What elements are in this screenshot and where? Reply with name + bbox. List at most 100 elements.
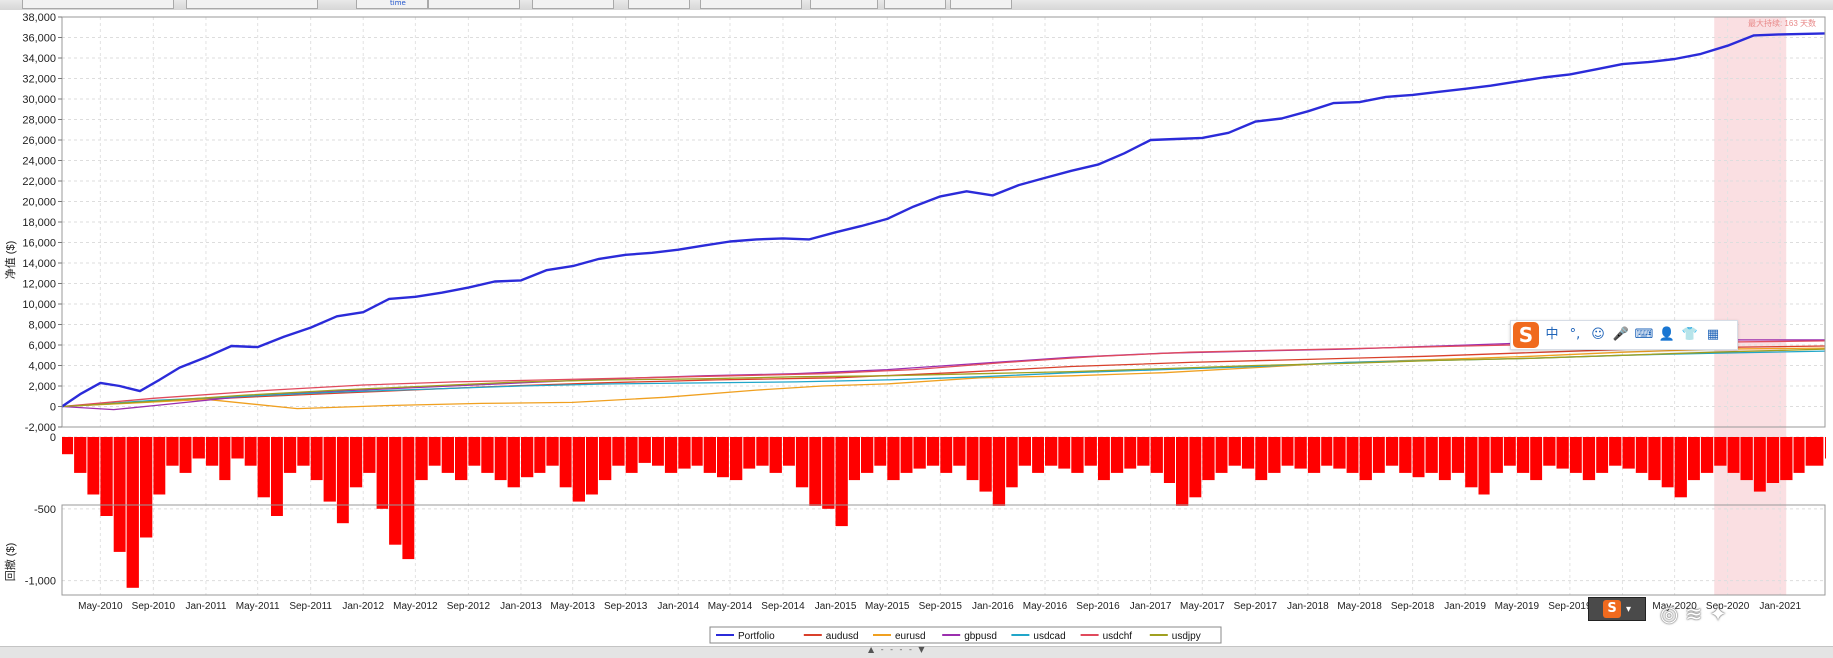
- y-tick-label-15: 28,000: [22, 115, 56, 127]
- drawdown-bar-112: [1530, 437, 1543, 481]
- drawdown-bar-84: [1163, 437, 1175, 483]
- drawdown-bar-102: [1399, 437, 1412, 473]
- x-tick-label-14: Jan-2015: [815, 601, 857, 612]
- toolbar-button[interactable]: [884, 0, 946, 9]
- skin-shirt-icon[interactable]: 👕: [1680, 325, 1700, 345]
- drawdown-bar-127: [1727, 437, 1740, 473]
- drawdown-bar-64: [900, 437, 913, 473]
- drawdown-bar-80: [1110, 437, 1124, 473]
- drawdown-bar-99: [1359, 437, 1372, 481]
- drawdown-bar-52: [743, 437, 756, 469]
- y-tick-label-8: 14,000: [22, 258, 56, 270]
- ime-toolbar[interactable]: S 中 °, ☺ 🎤 ⌨ 👤 👕 ▦: [1510, 320, 1738, 350]
- x-tick-label-19: Sep-2016: [1076, 601, 1120, 612]
- drawdown-bar-68: [953, 437, 966, 466]
- drawdown-bar-18: [297, 437, 310, 466]
- drawdown-bar-61: [861, 437, 874, 473]
- drawdown-bar-118: [1609, 437, 1622, 466]
- y-tick-label-16: 30,000: [22, 94, 56, 106]
- drawdown-bar-119: [1622, 437, 1635, 469]
- drawdown-bar-100: [1372, 437, 1385, 473]
- drawdown-bar-33: [494, 437, 507, 481]
- drawdown-bar-85: [1176, 437, 1189, 506]
- grid-menu-icon[interactable]: ▦: [1703, 325, 1723, 345]
- drawdown-bar-90: [1241, 437, 1255, 469]
- drawdown-bar-53: [756, 437, 769, 466]
- y-tick-label-3: 4,000: [28, 361, 56, 373]
- toolbar-button[interactable]: [186, 0, 318, 9]
- drawdown-bar-104: [1425, 437, 1438, 473]
- drawdown-bar-78: [1084, 437, 1097, 466]
- x-tick-label-10: Sep-2013: [604, 601, 648, 612]
- drawdown-bar-40: [586, 437, 598, 495]
- toolbar-button[interactable]: [810, 0, 878, 9]
- drawdown-bar-13: [231, 437, 244, 459]
- drawdown-bar-56: [795, 437, 809, 488]
- drawdown-bar-133: [1805, 437, 1824, 466]
- y-tick-label-19: 36,000: [22, 33, 56, 45]
- drawdown-bar-47: [678, 437, 691, 469]
- x-tick-label-12: May-2014: [708, 601, 753, 612]
- toolbar-time-label: time: [390, 0, 406, 7]
- x-tick-label-4: Sep-2011: [289, 601, 332, 612]
- drawdown-bar-54: [769, 437, 782, 473]
- toolbar-button[interactable]: [22, 0, 174, 9]
- x-tick-label-32: Jan-2021: [1759, 601, 1801, 612]
- punctuation-icon[interactable]: °,: [1565, 325, 1585, 345]
- ime-mini-bar[interactable]: S ▾: [1588, 597, 1646, 621]
- drawdown-bar-111: [1516, 437, 1530, 473]
- drawdown-bar-12: [219, 437, 231, 481]
- drawdown-bar-1: [74, 437, 87, 473]
- drawdown-bar-35: [521, 437, 534, 478]
- drawdown-bar-28: [428, 437, 441, 466]
- drawdown-bar-77: [1071, 437, 1084, 473]
- drawdown-bar-44: [638, 437, 651, 463]
- toolbar-button[interactable]: [532, 0, 614, 9]
- drawdown-bar-88: [1215, 437, 1228, 473]
- sogou-mini-logo-icon[interactable]: S: [1603, 600, 1621, 618]
- sogou-logo-icon[interactable]: S: [1513, 322, 1539, 348]
- drawdown-bar-65: [913, 437, 926, 469]
- drawdown-bar-81: [1124, 437, 1137, 469]
- y-tick-label-12: 22,000: [22, 176, 56, 188]
- y-tick-label-5: 8,000: [28, 320, 56, 332]
- drawdown-bar-58: [822, 437, 835, 509]
- ime-dropdown-icon[interactable]: ▾: [1626, 604, 1631, 615]
- drawdown-bar-121: [1648, 437, 1661, 481]
- emoji-icon[interactable]: ☺: [1588, 325, 1608, 345]
- user-icon[interactable]: 👤: [1657, 325, 1677, 345]
- drawdown-bar-46: [664, 437, 678, 473]
- toolbar-button[interactable]: [628, 0, 690, 9]
- drawdown-bar-67: [940, 437, 953, 473]
- drawdown-bar-124: [1688, 437, 1700, 481]
- drawdown-bar-38: [559, 437, 572, 488]
- x-tick-label-20: Jan-2017: [1130, 601, 1172, 612]
- drawdown-bar-16: [271, 437, 283, 516]
- drawdown-bar-128: [1740, 437, 1753, 481]
- splitter-handle-icon[interactable]: ▲ - - - - ▼: [868, 645, 927, 654]
- drawdown-bar-91: [1255, 437, 1268, 481]
- drawdown-bar-29: [441, 437, 454, 473]
- drawdown-bar-17: [283, 437, 297, 473]
- highlight-label: 最大持续: 163 天数: [1748, 18, 1816, 28]
- y-tick-label-4: 6,000: [28, 340, 56, 352]
- x-tick-label-3: May-2011: [236, 601, 280, 612]
- toolbar-button[interactable]: [428, 0, 520, 9]
- drawdown-bar-122: [1661, 437, 1674, 488]
- drawdown-bar-125: [1700, 437, 1714, 473]
- x-tick-label-0: May-2010: [78, 601, 123, 612]
- drawdown-bar-72: [1006, 437, 1018, 488]
- drawdown-bar-19: [310, 437, 323, 481]
- x-tick-label-17: Jan-2016: [972, 601, 1014, 612]
- legend-label-audusd: audusd: [826, 631, 859, 642]
- drawdown-bar-76: [1058, 437, 1071, 469]
- drawdown-bar-32: [481, 437, 494, 473]
- microphone-icon[interactable]: 🎤: [1611, 325, 1631, 345]
- drawdown-bar-115: [1569, 437, 1582, 473]
- toolbar-button[interactable]: [700, 0, 802, 9]
- keyboard-icon[interactable]: ⌨: [1634, 325, 1654, 345]
- chinese-mode-icon[interactable]: 中: [1542, 325, 1562, 345]
- toolbar-button[interactable]: [950, 0, 1012, 9]
- drawdown-bar-24: [376, 437, 389, 509]
- drawdown-bar-5: [126, 437, 139, 588]
